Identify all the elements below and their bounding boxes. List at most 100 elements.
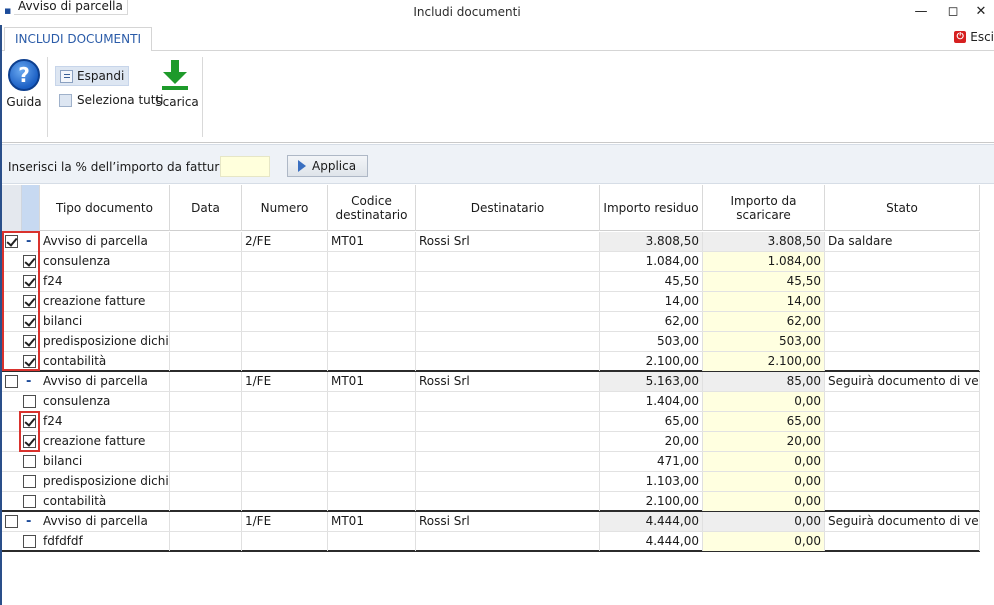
column-header-codice-destinatario[interactable]: Codice destinatario: [328, 185, 416, 231]
document-line-row[interactable]: fdfdfdf 4.444,00 0,00: [2, 532, 980, 552]
column-header-numero[interactable]: Numero: [242, 185, 328, 231]
download-icon: [162, 60, 188, 90]
percent-input[interactable]: [220, 156, 270, 177]
minimize-icon[interactable]: —: [910, 2, 932, 22]
document-checkbox[interactable]: [5, 375, 18, 388]
select-all-checkbox[interactable]: [59, 93, 72, 107]
document-line-row[interactable]: predisposizione dichiarativi 1.103,000,00: [2, 472, 980, 492]
line-checkbox[interactable]: [23, 295, 36, 308]
cell-scaricare[interactable]: 85,00: [703, 372, 825, 391]
apply-button[interactable]: Applica: [287, 155, 368, 177]
cell-codice: [328, 332, 416, 351]
collapse-icon[interactable]: -: [26, 372, 31, 391]
cell-codice: [328, 392, 416, 411]
cell-stato: [825, 532, 980, 551]
cell-scaricare[interactable]: 0,00: [703, 492, 825, 511]
cell-numero: [242, 272, 328, 291]
column-header-data[interactable]: Data: [170, 185, 242, 231]
line-checkbox[interactable]: [23, 335, 36, 348]
cell-scaricare[interactable]: 0,00: [703, 472, 825, 491]
document-row[interactable]: - Avviso di parcella 1/FE MT01 Rossi Srl 5.16…: [2, 372, 980, 392]
cell-scaricare[interactable]: 14,00: [703, 292, 825, 311]
grid-header: Tipo documento Data Numero Codice destin…: [2, 185, 980, 231]
line-checkbox[interactable]: [23, 315, 36, 328]
line-checkbox[interactable]: [23, 275, 36, 288]
document-line-row[interactable]: consulenza 1.084,00 1.084,00: [2, 252, 980, 272]
document-line-row[interactable]: contabilità 2.100,00 2.100,00: [2, 352, 980, 372]
document-checkbox[interactable]: [5, 235, 18, 248]
title-bar: ▪ Avviso di parcella Includi documenti —…: [0, 0, 994, 25]
cell-destinatario: [416, 432, 600, 451]
column-header-tipo-documento[interactable]: Tipo documento: [40, 185, 170, 231]
cell-data: [170, 372, 242, 391]
cell-scaricare[interactable]: 503,00: [703, 332, 825, 351]
cell-scaricare[interactable]: 2.100,00: [703, 352, 825, 371]
line-checkbox[interactable]: [23, 435, 36, 448]
document-line-row[interactable]: creazione fatture 14,00 14,00: [2, 292, 980, 312]
cell-scaricare[interactable]: 0,00: [703, 512, 825, 531]
close-icon[interactable]: ✕: [970, 2, 992, 22]
column-header-destinatario[interactable]: Destinatario: [416, 185, 600, 231]
document-line-row[interactable]: creazione fatture 20,00 20,00: [2, 432, 980, 452]
line-checkbox[interactable]: [23, 255, 36, 268]
cell-scaricare[interactable]: 62,00: [703, 312, 825, 331]
cell-codice: [328, 472, 416, 491]
collapse-icon[interactable]: -: [26, 232, 31, 251]
collapse-icon[interactable]: -: [26, 512, 31, 531]
document-row[interactable]: - Avviso di parcella 1/FE MT01 Rossi Srl 4.44…: [2, 512, 980, 532]
cell-tipo: bilanci: [40, 312, 170, 331]
percent-bar: Inserisci la % dell’importo da fatturare…: [2, 144, 994, 184]
cell-scaricare[interactable]: 0,00: [703, 452, 825, 471]
cell-codice: [328, 352, 416, 371]
line-checkbox[interactable]: [23, 355, 36, 368]
line-checkbox[interactable]: [23, 475, 36, 488]
document-line-row[interactable]: predisposizione dichiarativi 503,00503,00: [2, 332, 980, 352]
document-checkbox[interactable]: [5, 515, 18, 528]
cell-destinatario: [416, 292, 600, 311]
tab-includi-documenti[interactable]: INCLUDI DOCUMENTI: [4, 27, 152, 52]
cell-scaricare[interactable]: 0,00: [703, 532, 825, 551]
cell-tipo: fdfdfdf: [40, 532, 170, 551]
line-checkbox[interactable]: [23, 495, 36, 508]
cell-scaricare[interactable]: 0,00: [703, 392, 825, 411]
cell-scaricare[interactable]: 3.808,50: [703, 232, 825, 251]
document-line-row[interactable]: f24 65,00 65,00: [2, 412, 980, 432]
cell-numero: [242, 312, 328, 331]
cell-destinatario: Rossi Srl: [416, 512, 600, 531]
document-row[interactable]: - Avviso di parcella 2/FE MT01 Rossi Srl 3.80…: [2, 232, 980, 252]
header-select-column[interactable]: [2, 185, 22, 231]
cell-residuo: 4.444,00: [600, 532, 703, 551]
help-button[interactable]: ? Guida: [6, 59, 42, 109]
cell-destinatario: [416, 472, 600, 491]
cell-tipo: f24: [40, 412, 170, 431]
document-line-row[interactable]: consulenza 1.404,00 0,00: [2, 392, 980, 412]
cell-residuo: 4.444,00: [600, 512, 703, 531]
column-header-importo-residuo[interactable]: Importo residuo: [600, 185, 703, 231]
cell-scaricare[interactable]: 1.084,00: [703, 252, 825, 271]
maximize-icon[interactable]: ◻: [942, 2, 964, 22]
cell-residuo: 2.100,00: [600, 352, 703, 371]
line-checkbox[interactable]: [23, 455, 36, 468]
cell-data: [170, 292, 242, 311]
cell-data: [170, 432, 242, 451]
line-checkbox[interactable]: [23, 395, 36, 408]
cell-scaricare[interactable]: 45,50: [703, 272, 825, 291]
expand-button[interactable]: Espandi: [55, 66, 130, 86]
document-line-row[interactable]: bilanci 62,00 62,00: [2, 312, 980, 332]
select-all-toggle[interactable]: Seleziona tutti: [59, 93, 164, 107]
cell-scaricare[interactable]: 20,00: [703, 432, 825, 451]
document-line-row[interactable]: bilanci 471,00 0,00: [2, 452, 980, 472]
cell-stato: [825, 252, 980, 271]
line-checkbox[interactable]: [23, 535, 36, 548]
cell-numero: [242, 432, 328, 451]
document-line-row[interactable]: f24 45,50 45,50: [2, 272, 980, 292]
download-button[interactable]: Scarica: [155, 59, 199, 109]
column-header-importo-da-scaricare[interactable]: Importo da scaricare: [703, 185, 825, 231]
column-header-stato[interactable]: Stato: [825, 185, 980, 231]
line-checkbox[interactable]: [23, 415, 36, 428]
exit-button[interactable]: ⏻ Esci: [954, 30, 994, 44]
document-line-row[interactable]: contabilità 2.100,00 0,00: [2, 492, 980, 512]
cell-numero: [242, 472, 328, 491]
cell-scaricare[interactable]: 65,00: [703, 412, 825, 431]
expand-label: Espandi: [77, 69, 125, 83]
